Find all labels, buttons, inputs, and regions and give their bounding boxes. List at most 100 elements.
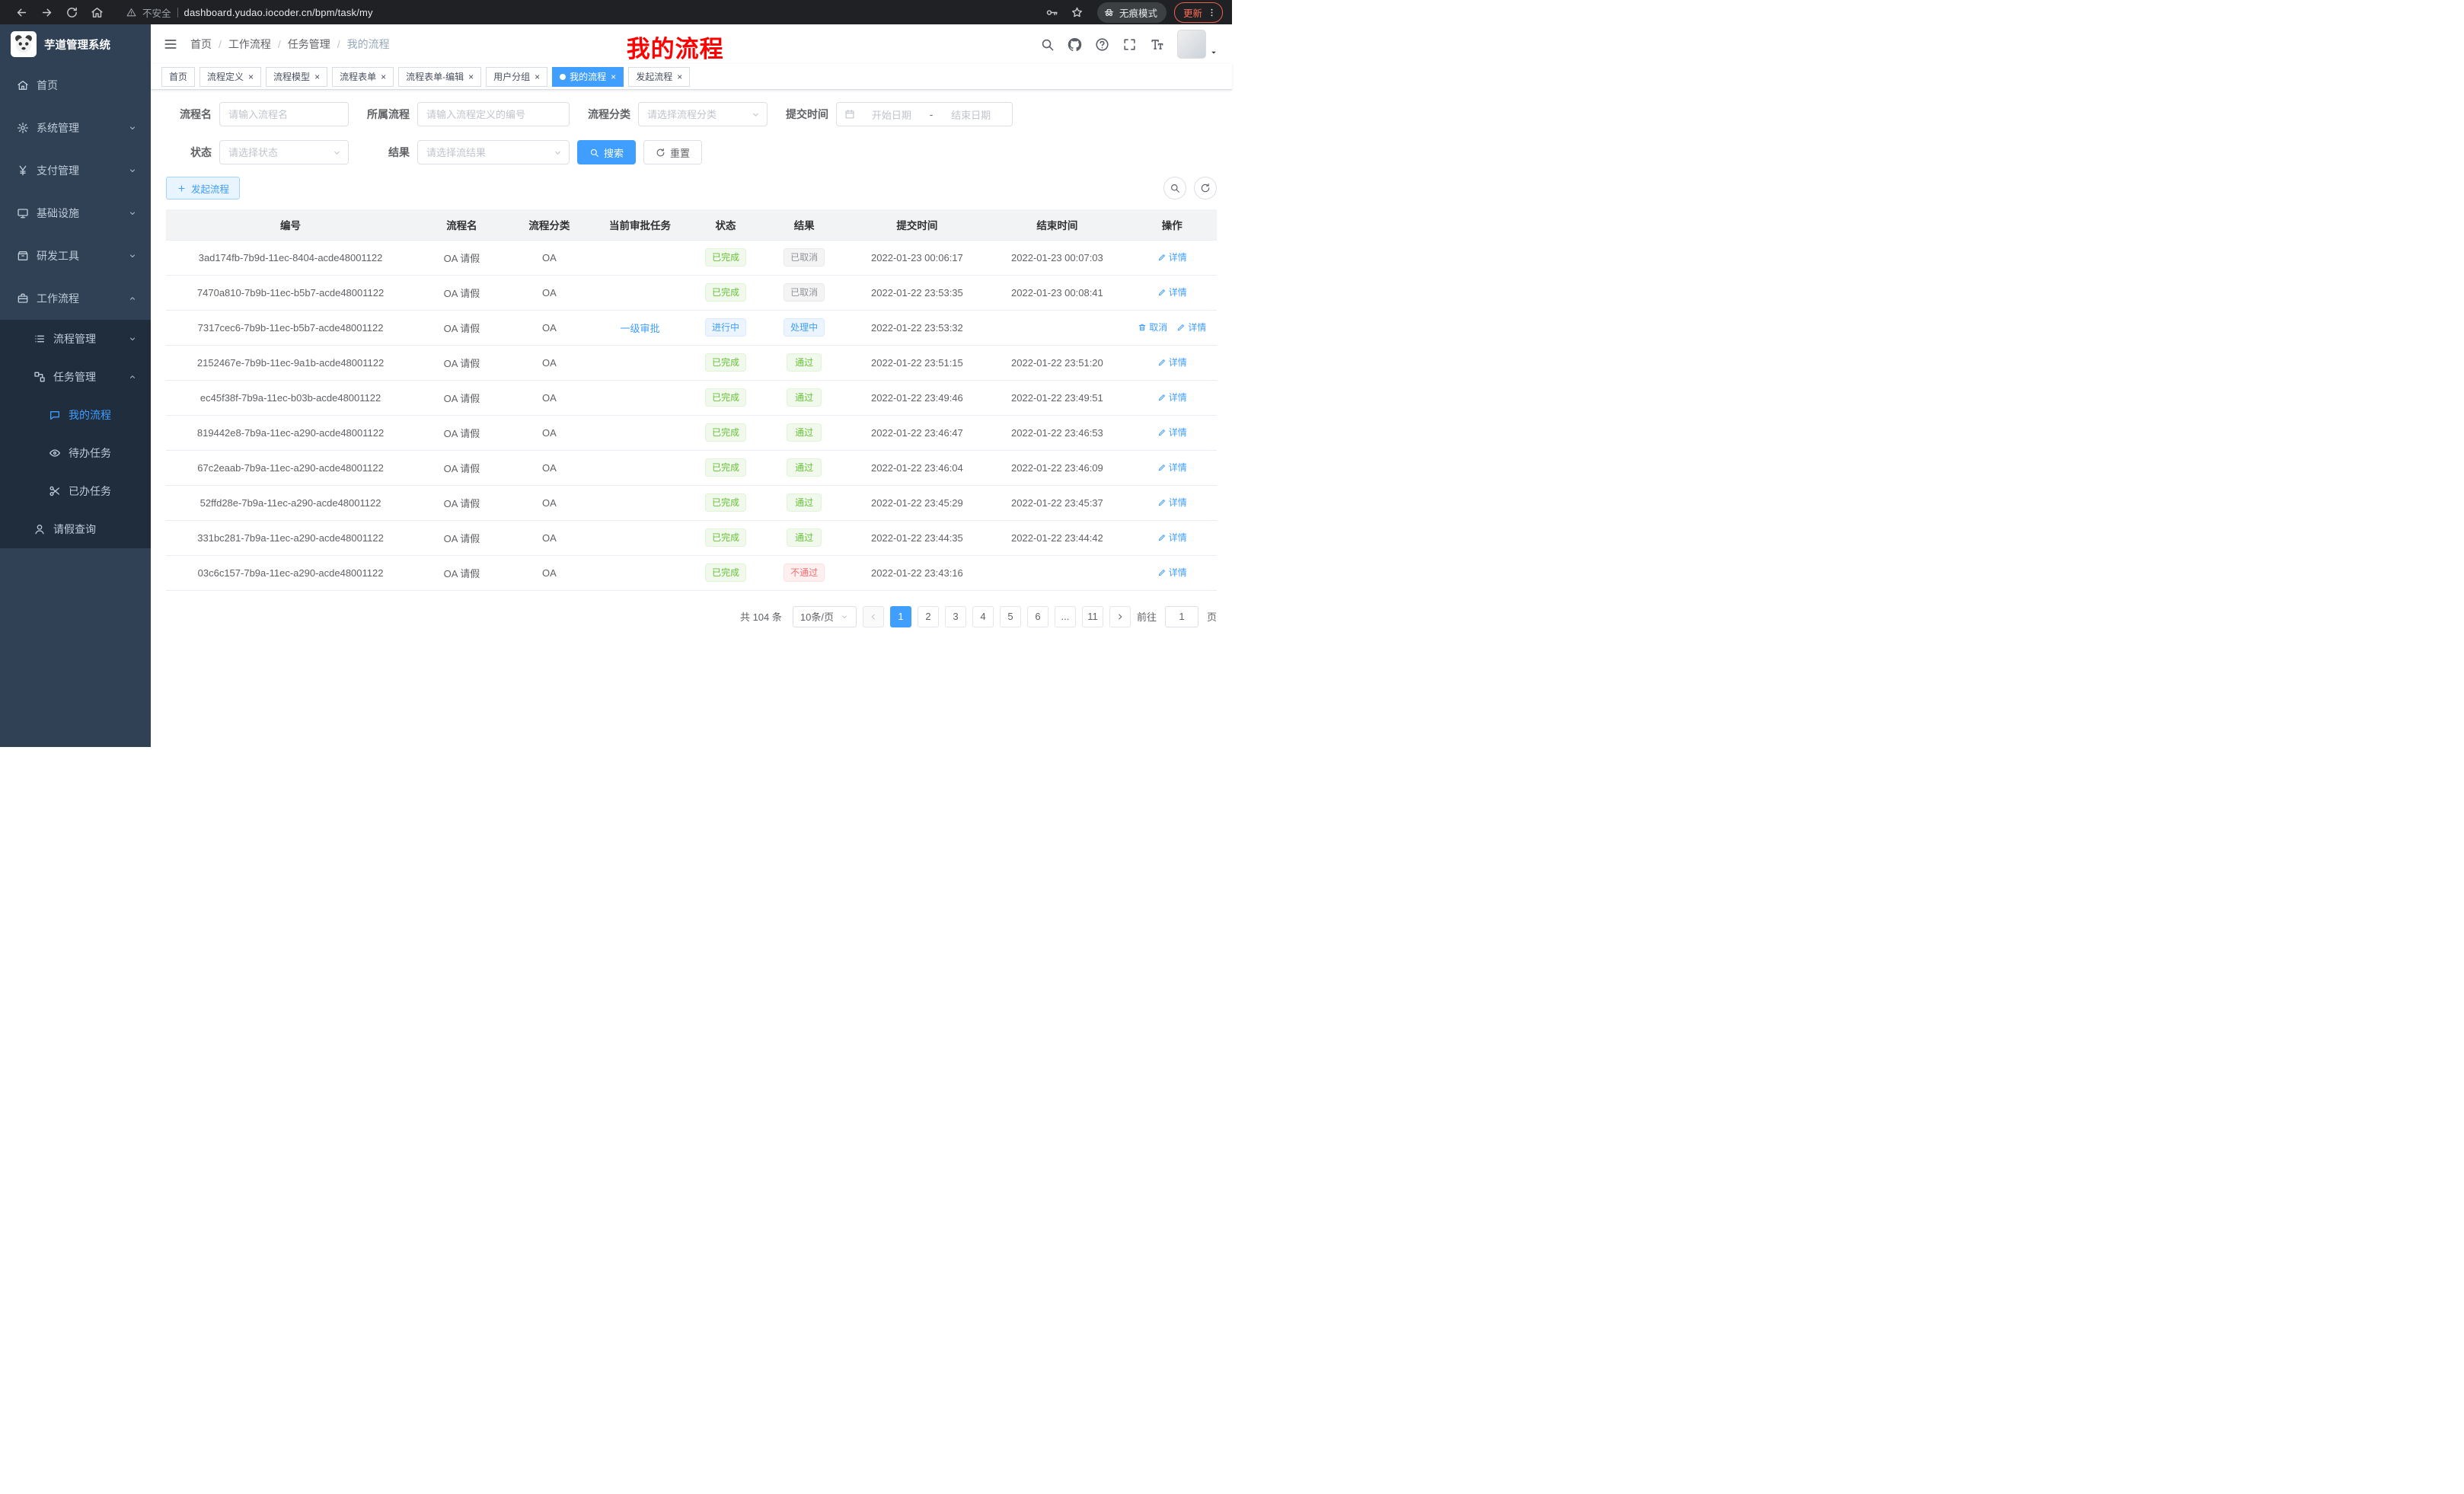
goto-prefix: 前往	[1137, 609, 1157, 624]
tab-close-icon[interactable]: ×	[534, 72, 540, 81]
end-date-placeholder[interactable]: 结束日期	[937, 107, 1004, 122]
category-select-input[interactable]	[638, 102, 768, 126]
page-button-6[interactable]: 6	[1027, 606, 1048, 627]
sidebar-item-2[interactable]: 支付管理	[0, 149, 151, 192]
page-button-2[interactable]: 2	[918, 606, 939, 627]
tab-3[interactable]: 流程表单×	[332, 67, 394, 87]
page-button-4[interactable]: 4	[972, 606, 994, 627]
logo-row[interactable]: 芋道管理系统	[0, 24, 151, 64]
breadcrumb-item[interactable]: 首页	[190, 37, 212, 52]
action-detail-link[interactable]: 详情	[1157, 356, 1187, 369]
column-header: 编号	[166, 209, 415, 240]
process-name-input[interactable]	[219, 102, 349, 126]
toggle-search-button[interactable]	[1163, 177, 1186, 200]
action-detail-link[interactable]: 详情	[1157, 391, 1187, 404]
tab-1[interactable]: 流程定义×	[199, 67, 261, 87]
process-definition-input[interactable]	[417, 102, 570, 126]
reset-button[interactable]: 重置	[643, 140, 702, 164]
prev-page-button[interactable]	[863, 606, 884, 627]
result-select[interactable]	[417, 140, 570, 164]
tab-close-icon[interactable]: ×	[468, 72, 474, 81]
breadcrumb-item[interactable]: 我的流程	[347, 37, 390, 52]
tab-6[interactable]: 我的流程×	[552, 67, 624, 87]
page-button-5[interactable]: 5	[1000, 606, 1021, 627]
font-size-icon[interactable]	[1150, 37, 1164, 52]
browser-menu-dots-icon[interactable]	[1207, 8, 1217, 18]
category-select[interactable]	[638, 102, 768, 126]
tab-7[interactable]: 发起流程×	[628, 67, 690, 87]
submit-time-range-picker[interactable]: 开始日期 - 结束日期	[836, 102, 1013, 126]
header-search-icon[interactable]	[1040, 37, 1055, 52]
sidebar-item-11[interactable]: 请假查询	[0, 510, 151, 548]
start-date-placeholder[interactable]: 开始日期	[858, 107, 925, 122]
refresh-icon	[1200, 183, 1211, 193]
action-detail-link[interactable]: 详情	[1157, 286, 1187, 298]
sidebar-item-7[interactable]: 任务管理	[0, 358, 151, 396]
tab-5[interactable]: 用户分组×	[486, 67, 547, 87]
tab-close-icon[interactable]: ×	[380, 72, 386, 81]
url-text[interactable]: dashboard.yudao.iocoder.cn/bpm/task/my	[184, 7, 373, 18]
cell-id: ec45f38f-7b9a-11ec-b03b-acde48001122	[166, 380, 415, 415]
breadcrumb-item[interactable]: 工作流程	[228, 37, 271, 52]
action-cancel-link[interactable]: 取消	[1138, 321, 1167, 334]
address-bar[interactable]: 不安全 dashboard.yudao.iocoder.cn/bpm/task/…	[126, 5, 1029, 20]
action-detail-link[interactable]: 详情	[1157, 251, 1187, 263]
create-process-button[interactable]: 发起流程	[166, 177, 240, 200]
process-table: 编号流程名流程分类当前审批任务状态结果提交时间结束时间操作 3ad174fb-7…	[166, 209, 1217, 591]
user-avatar[interactable]	[1177, 30, 1218, 59]
sidebar-item-5[interactable]: 工作流程	[0, 277, 151, 320]
goto-page-input[interactable]	[1165, 606, 1198, 627]
password-key-icon[interactable]	[1045, 6, 1058, 19]
browser-home-icon[interactable]	[91, 6, 104, 19]
result-select-input[interactable]	[417, 140, 570, 164]
action-detail-link[interactable]: 详情	[1176, 321, 1206, 334]
sidebar-item-9[interactable]: 待办任务	[0, 434, 151, 472]
bookmark-star-icon[interactable]	[1071, 6, 1084, 19]
browser-forward-icon[interactable]	[40, 6, 53, 19]
tab-close-icon[interactable]: ×	[247, 72, 254, 81]
sidebar-item-10[interactable]: 已办任务	[0, 472, 151, 510]
status-select[interactable]	[219, 140, 349, 164]
action-detail-link[interactable]: 详情	[1157, 566, 1187, 579]
page-button-3[interactable]: 3	[945, 606, 966, 627]
sidebar-item-3[interactable]: 基础设施	[0, 192, 151, 235]
page-button-1[interactable]: 1	[890, 606, 911, 627]
breadcrumb-item[interactable]: 任务管理	[288, 37, 330, 52]
sidebar-item-1[interactable]: 系统管理	[0, 107, 151, 149]
browser-reload-icon[interactable]	[65, 6, 78, 19]
search-button[interactable]: 搜索	[577, 140, 636, 164]
current-task-link[interactable]: 一级审批	[621, 323, 660, 334]
security-label[interactable]: 不安全	[142, 5, 171, 20]
avatar-image[interactable]	[1177, 30, 1206, 59]
action-detail-link[interactable]: 详情	[1157, 426, 1187, 439]
cell-result: 已取消	[761, 240, 847, 275]
tab-close-icon[interactable]: ×	[676, 72, 682, 81]
chevron-right-icon	[1116, 612, 1125, 621]
browser-update-button[interactable]: 更新	[1174, 2, 1223, 23]
sidebar-item-6[interactable]: 流程管理	[0, 320, 151, 358]
page-button-11[interactable]: 11	[1082, 606, 1103, 627]
help-icon[interactable]	[1095, 37, 1109, 52]
sidebar-item-0[interactable]: 首页	[0, 64, 151, 107]
page-size-select[interactable]: 10条/页	[793, 606, 857, 627]
browser-back-icon[interactable]	[15, 6, 28, 19]
more-pages-button[interactable]: ...	[1055, 606, 1076, 627]
tab-close-icon[interactable]: ×	[314, 72, 320, 81]
action-detail-link[interactable]: 详情	[1157, 461, 1187, 474]
tab-2[interactable]: 流程模型×	[266, 67, 327, 87]
status-select-input[interactable]	[219, 140, 349, 164]
action-detail-link[interactable]: 详情	[1157, 531, 1187, 544]
hamburger-icon[interactable]	[163, 37, 178, 52]
cell-status: 已完成	[690, 485, 761, 520]
next-page-button[interactable]	[1109, 606, 1131, 627]
list-icon	[34, 333, 46, 345]
sidebar-item-8[interactable]: 我的流程	[0, 396, 151, 434]
action-detail-link[interactable]: 详情	[1157, 496, 1187, 509]
refresh-table-button[interactable]	[1194, 177, 1217, 200]
tab-close-icon[interactable]: ×	[610, 72, 616, 81]
tab-4[interactable]: 流程表单-编辑×	[398, 67, 481, 87]
tab-0[interactable]: 首页	[161, 67, 195, 87]
sidebar-item-4[interactable]: 研发工具	[0, 235, 151, 277]
github-icon[interactable]	[1068, 37, 1082, 52]
fullscreen-icon[interactable]	[1122, 37, 1137, 52]
